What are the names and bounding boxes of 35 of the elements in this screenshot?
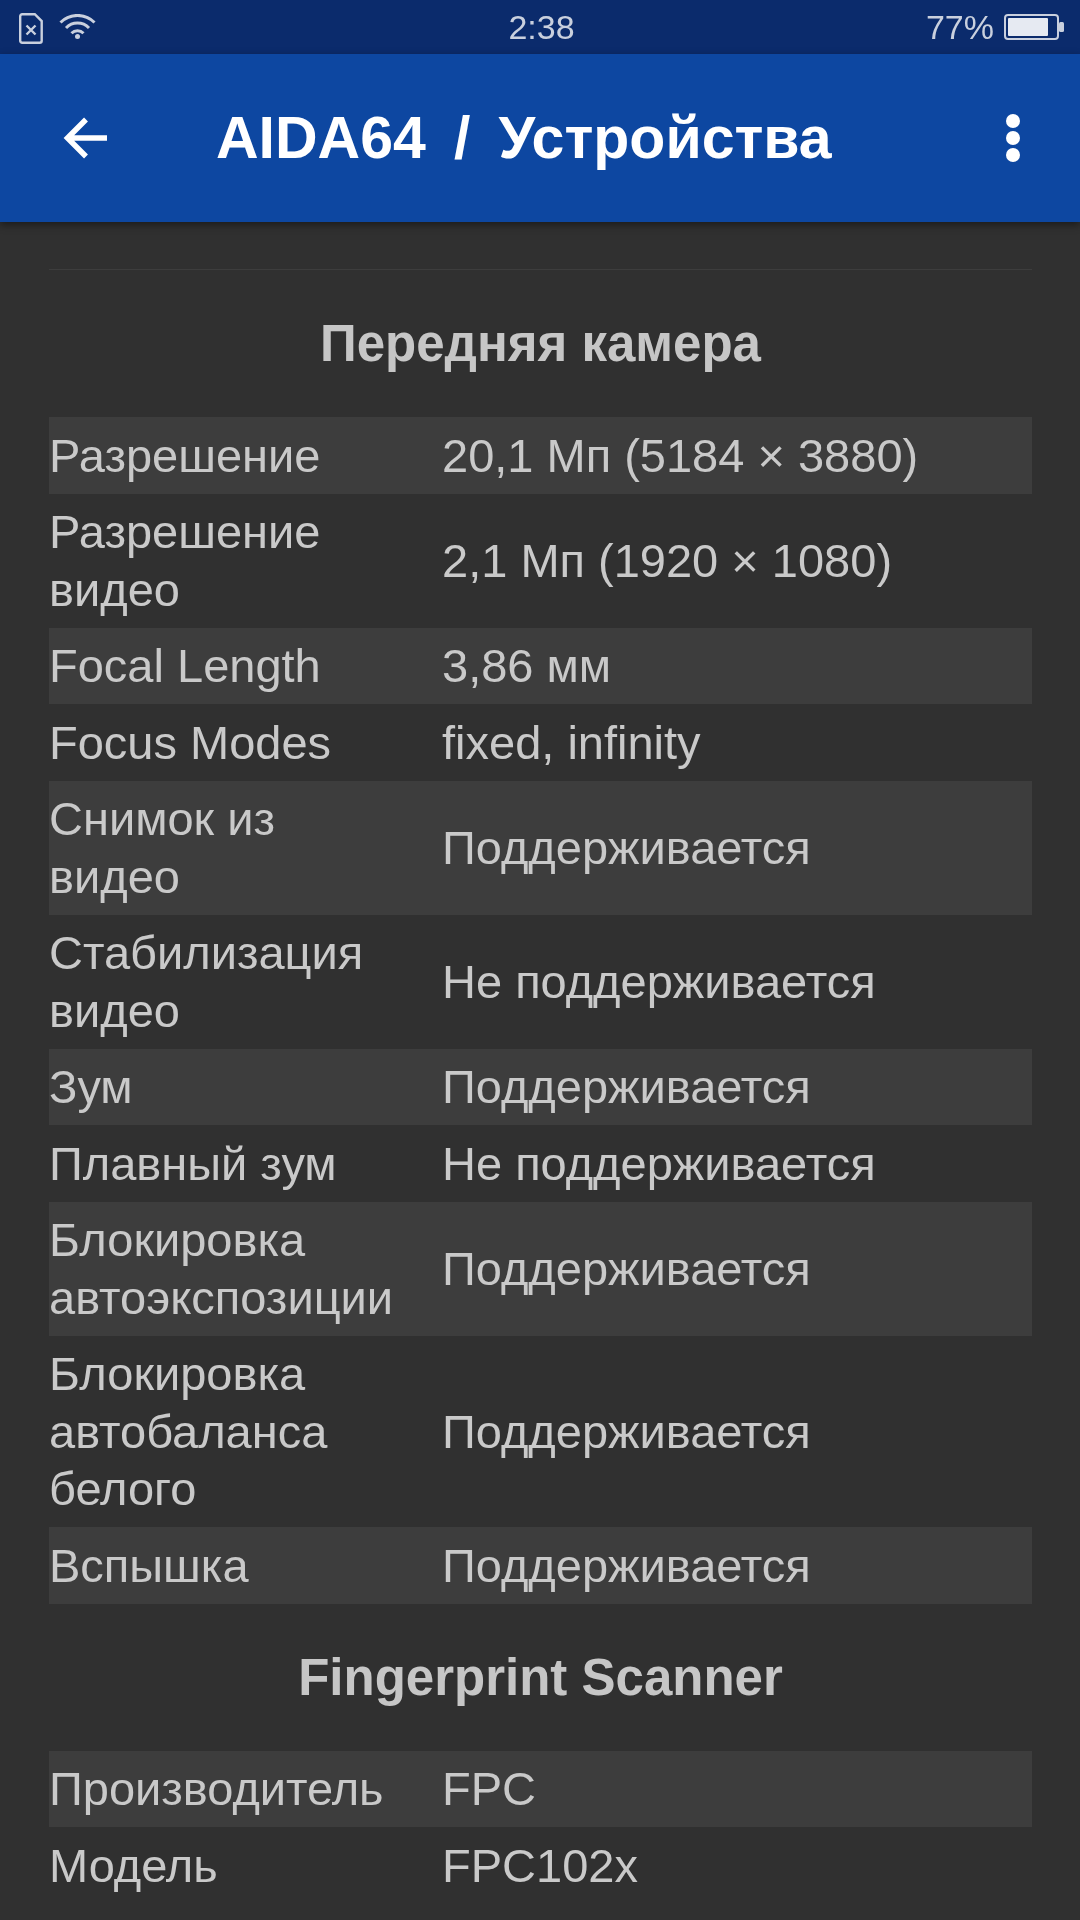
wifi-icon bbox=[59, 13, 96, 39]
property-value: 3,86 мм bbox=[442, 638, 613, 694]
property-value: Поддерживается bbox=[442, 1059, 812, 1115]
property-value: 20,1 Мп (5184 × 3880) bbox=[442, 427, 920, 484]
property-label: Блокировка автоэкспозиции bbox=[49, 1212, 395, 1326]
status-time: 2:38 bbox=[508, 7, 575, 47]
battery-percent: 77% bbox=[925, 7, 994, 47]
property-value: Не поддерживается bbox=[442, 1135, 877, 1192]
app-title: AIDA64 / Устройства bbox=[216, 104, 832, 173]
property-value: 2,1 Мп (1920 × 1080) bbox=[442, 532, 894, 589]
property-value: Поддерживается bbox=[442, 1240, 812, 1297]
property-label: Производитель bbox=[49, 1761, 385, 1817]
property-value: Поддерживается bbox=[442, 1537, 812, 1594]
overflow-menu-icon[interactable] bbox=[1005, 113, 1021, 163]
property-label: Снимок из видео bbox=[49, 791, 277, 905]
section-heading: Fingerprint Scanner bbox=[297, 1647, 784, 1708]
property-label: Плавный зум bbox=[49, 1135, 338, 1192]
property-label: Блокировка автобаланса белого bbox=[49, 1346, 329, 1517]
property-value: FPC102x bbox=[442, 1837, 639, 1894]
property-label: Focus Modes bbox=[49, 714, 333, 771]
property-label: Разрешение bbox=[49, 427, 322, 484]
property-label: Стабилизация видео bbox=[49, 925, 365, 1039]
property-value: Поддерживается bbox=[442, 1403, 812, 1460]
property-label: Модель bbox=[49, 1837, 219, 1894]
section-heading: Передняя камера bbox=[319, 314, 763, 374]
battery-icon bbox=[1004, 14, 1064, 40]
property-value: FPC bbox=[442, 1761, 537, 1817]
property-label: Focal Length bbox=[49, 638, 322, 694]
property-label: Зум bbox=[49, 1059, 134, 1115]
property-label: Вспышка bbox=[49, 1537, 250, 1594]
no-sim-icon bbox=[19, 13, 43, 44]
property-value: Поддерживается bbox=[442, 819, 812, 876]
property-value: fixed, infinity bbox=[442, 714, 702, 771]
property-value: Не поддерживается bbox=[442, 953, 877, 1010]
property-label: Разрешение видео bbox=[49, 504, 322, 618]
